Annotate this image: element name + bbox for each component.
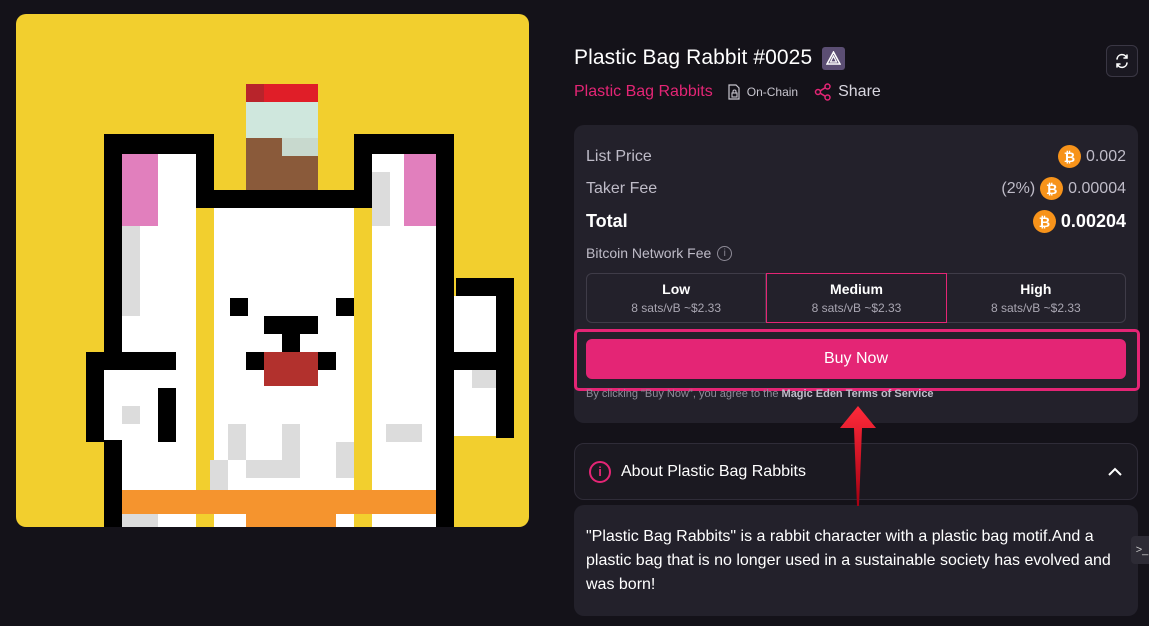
fee-option-detail: 8 sats/vB ~$2.33	[811, 301, 902, 315]
taker-fee-percent: (2%)	[1001, 179, 1036, 197]
terms-link[interactable]: Magic Eden Terms of Service	[782, 388, 934, 400]
info-icon[interactable]: i	[717, 245, 733, 261]
share-label: Share	[838, 83, 881, 100]
pixel-rabbit-artwork	[86, 84, 514, 527]
fee-option-detail: 8 sats/vB ~$2.33	[990, 301, 1081, 315]
buy-now-button[interactable]: Buy Now	[586, 339, 1126, 379]
side-tab[interactable]: >_	[1131, 536, 1149, 564]
about-title: About Plastic Bag Rabbits	[621, 462, 806, 480]
list-price-label: List Price	[586, 147, 652, 165]
list-price-row: List Price ₿ 0.002	[586, 145, 1126, 168]
onchain-label: On-Chain	[746, 85, 799, 99]
title-row: Plastic Bag Rabbit #0025	[574, 46, 846, 70]
collection-link[interactable]: Plastic Bag Rabbits	[574, 83, 713, 101]
fee-option-medium[interactable]: Medium 8 sats/vB ~$2.33	[766, 273, 947, 323]
refresh-icon	[1116, 53, 1128, 69]
refresh-button[interactable]	[1106, 45, 1138, 77]
bitcoin-icon: ₿	[1040, 177, 1064, 200]
info-icon: i	[589, 460, 611, 483]
nft-image	[16, 14, 529, 527]
list-price-value: 0.002	[1085, 147, 1126, 165]
document-lock-icon	[728, 84, 740, 100]
annotation-arrow	[840, 406, 876, 506]
total-label: Total	[586, 211, 628, 231]
fee-option-name: Low	[662, 281, 691, 297]
nft-title: Plastic Bag Rabbit #0025	[574, 46, 813, 69]
bitcoin-icon: ₿	[1057, 145, 1081, 168]
onchain-indicator: On-Chain	[727, 84, 798, 100]
ordinals-triangle-icon	[822, 46, 846, 70]
network-fee-label: Bitcoin Network Fee	[586, 245, 712, 261]
share-icon	[814, 83, 831, 101]
bitcoin-icon: ₿	[1032, 210, 1056, 233]
share-button[interactable]: Share	[814, 83, 881, 101]
fee-option-detail: 8 sats/vB ~$2.33	[631, 301, 722, 315]
network-fee-options: Low 8 sats/vB ~$2.33 Medium 8 sats/vB ~$…	[586, 273, 1126, 323]
taker-fee-label: Taker Fee	[586, 179, 658, 197]
network-fee-label-row: Bitcoin Network Fee i	[586, 245, 733, 261]
total-row: Total ₿ 0.00204	[586, 210, 1126, 233]
nft-detail-page: Plastic Bag Rabbit #0025 Plastic Bag Rab…	[0, 0, 1149, 626]
taker-fee-row: Taker Fee (2%) ₿ 0.00004	[586, 177, 1126, 200]
taker-fee-value: 0.00004	[1068, 179, 1126, 197]
terms-prefix: By clicking "Buy Now", you agree to the	[586, 388, 779, 400]
fee-option-name: Medium	[830, 281, 883, 297]
terms-notice: By clicking "Buy Now", you agree to the …	[586, 388, 934, 400]
purchase-panel: List Price ₿ 0.002 Taker Fee (2%) ₿ 0.00…	[574, 125, 1140, 423]
subtitle-row: Plastic Bag Rabbits On-Chain Share	[574, 81, 881, 103]
fee-option-high[interactable]: High 8 sats/vB ~$2.33	[947, 274, 1125, 322]
fee-option-low[interactable]: Low 8 sats/vB ~$2.33	[587, 274, 767, 322]
fee-option-name: High	[1020, 281, 1052, 297]
total-value: 0.00204	[1060, 211, 1126, 231]
collection-description: "Plastic Bag Rabbits" is a rabbit charac…	[574, 505, 1138, 616]
chevron-up-icon	[1108, 467, 1122, 476]
